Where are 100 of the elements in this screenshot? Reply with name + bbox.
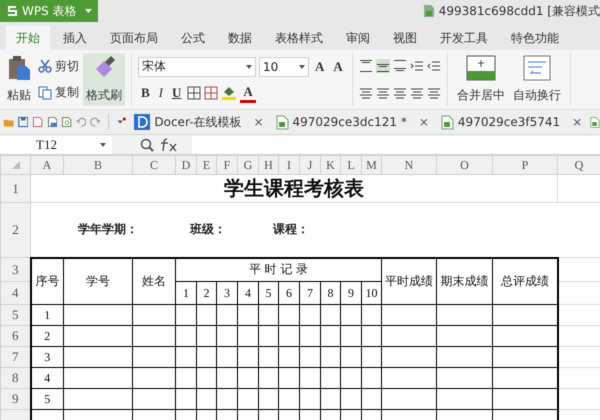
indent-icon[interactable] [410, 59, 424, 74]
table-header: 7 [300, 282, 320, 304]
cut-button[interactable]: 剪切 [36, 56, 81, 76]
ribbon-tab[interactable]: 插入 [53, 26, 97, 50]
ribbon-tab[interactable]: 开始 [6, 26, 50, 50]
sheet-file-icon [276, 114, 288, 130]
font-name-dropdown[interactable]: 宋体 [138, 56, 256, 76]
table-header: 1 [176, 282, 196, 304]
table-header: 8 [320, 282, 340, 304]
merge-center-button[interactable]: 合并居中 [454, 53, 508, 106]
table-style-icon[interactable] [204, 86, 218, 100]
name-box[interactable]: T12 [0, 136, 112, 154]
column-header: P [492, 156, 558, 174]
ribbon-tab[interactable]: 开发工具 [430, 26, 498, 50]
table-cell: 4 [30, 368, 64, 388]
close-icon[interactable]: × [572, 115, 582, 129]
save-icon[interactable] [18, 115, 28, 129]
row-header: 7 [0, 346, 30, 368]
document-tab[interactable]: Docer-在线模板 × [130, 114, 268, 130]
row-header: 6 [0, 326, 30, 346]
column-header: I [278, 156, 300, 174]
align-icon[interactable] [426, 86, 441, 100]
ribbon-tab[interactable]: 审阅 [336, 26, 380, 50]
table-header: 姓名 [132, 258, 176, 304]
scissors-icon [38, 59, 52, 74]
wrap-text-button[interactable]: 自动换行 [510, 53, 564, 106]
column-header: J [300, 156, 320, 174]
align-button[interactable] [358, 59, 373, 74]
sheet-title: 学生课程考核表 [30, 174, 558, 202]
outdent-icon[interactable] [426, 59, 441, 74]
column-header: F [216, 156, 238, 174]
table-cell: 5 [30, 388, 64, 410]
column-header: B [64, 156, 132, 174]
function-icon[interactable] [160, 138, 178, 152]
ribbon-tab[interactable]: 视图 [383, 26, 427, 50]
underline-button[interactable]: U [169, 85, 184, 101]
column-header: E [196, 156, 216, 174]
row-header: 8 [0, 368, 30, 388]
print-icon[interactable] [46, 115, 58, 129]
row-header: 3 [0, 258, 30, 282]
app-menu-button[interactable]: WPS 表格 [0, 0, 98, 22]
copy-icon [38, 86, 52, 100]
font-color-button[interactable]: A [240, 84, 256, 102]
ribbon-tab[interactable]: 表格样式 [265, 26, 333, 50]
table-header: 2 [196, 282, 216, 304]
sheet-file-icon[interactable] [590, 114, 600, 130]
align-icon[interactable] [358, 86, 373, 100]
row-header: 5 [0, 304, 30, 326]
table-header: 平时成绩 [382, 258, 436, 304]
align-icon[interactable] [376, 86, 390, 100]
ribbon-tab[interactable]: 页面布局 [100, 26, 168, 50]
column-header: O [436, 156, 492, 174]
copy-button[interactable]: 复制 [36, 83, 81, 102]
paste-button[interactable]: 粘贴 [4, 53, 34, 106]
document-tab[interactable]: 497029ce3f5741 × [436, 114, 586, 130]
logo-icon [6, 4, 18, 18]
column-header: Q [558, 156, 600, 174]
column-header: M [362, 156, 382, 174]
ribbon-tab[interactable]: 数据 [218, 26, 262, 50]
increase-font-button[interactable]: A [312, 58, 328, 74]
fill-color-icon[interactable] [221, 86, 238, 100]
align-icon [360, 60, 372, 72]
bold-button[interactable]: B [138, 85, 153, 101]
table-header: 4 [238, 282, 258, 304]
ribbon-tab[interactable]: 特色功能 [501, 26, 569, 50]
wrap-text-icon [522, 55, 551, 81]
preview-icon[interactable] [61, 115, 72, 129]
align-button[interactable] [376, 59, 390, 74]
table-header: 学号 [64, 258, 132, 304]
table-cell: 3 [30, 346, 64, 368]
window-title: 499381c698cdd1 [兼容模式 [438, 2, 600, 20]
zoom-icon[interactable] [140, 138, 154, 152]
document-tab[interactable]: 497029ce3dc121 * × [272, 114, 433, 130]
ribbon-tab[interactable]: 公式 [171, 26, 215, 50]
column-header: D [176, 156, 196, 174]
decrease-font-button[interactable]: A [330, 58, 346, 74]
align-icon[interactable] [410, 86, 424, 100]
align-icon [394, 60, 406, 72]
table-header: 6 [278, 282, 300, 304]
caret-icon [246, 64, 252, 68]
row-header: 9 [0, 388, 30, 410]
align-icon[interactable] [392, 86, 407, 100]
table-cell: 2 [30, 326, 64, 346]
formula-input[interactable] [192, 136, 600, 154]
align-button[interactable] [392, 59, 407, 74]
document-icon [422, 4, 435, 18]
column-header: N [382, 156, 436, 174]
borders-icon[interactable] [187, 86, 202, 100]
caret-icon [85, 8, 92, 14]
close-icon[interactable]: × [418, 115, 429, 129]
pdf-icon[interactable] [32, 115, 43, 129]
clipboard-icon [7, 55, 31, 81]
table-header: 9 [340, 282, 362, 304]
italic-button[interactable]: I [156, 85, 166, 101]
table-header: 3 [216, 282, 238, 304]
close-icon[interactable]: × [253, 115, 264, 129]
format-painter-button[interactable]: 格式刷 [83, 53, 125, 106]
font-size-dropdown[interactable]: 10 [259, 56, 309, 76]
table-header: 总评成绩 [492, 258, 558, 304]
caret-icon [100, 142, 106, 146]
